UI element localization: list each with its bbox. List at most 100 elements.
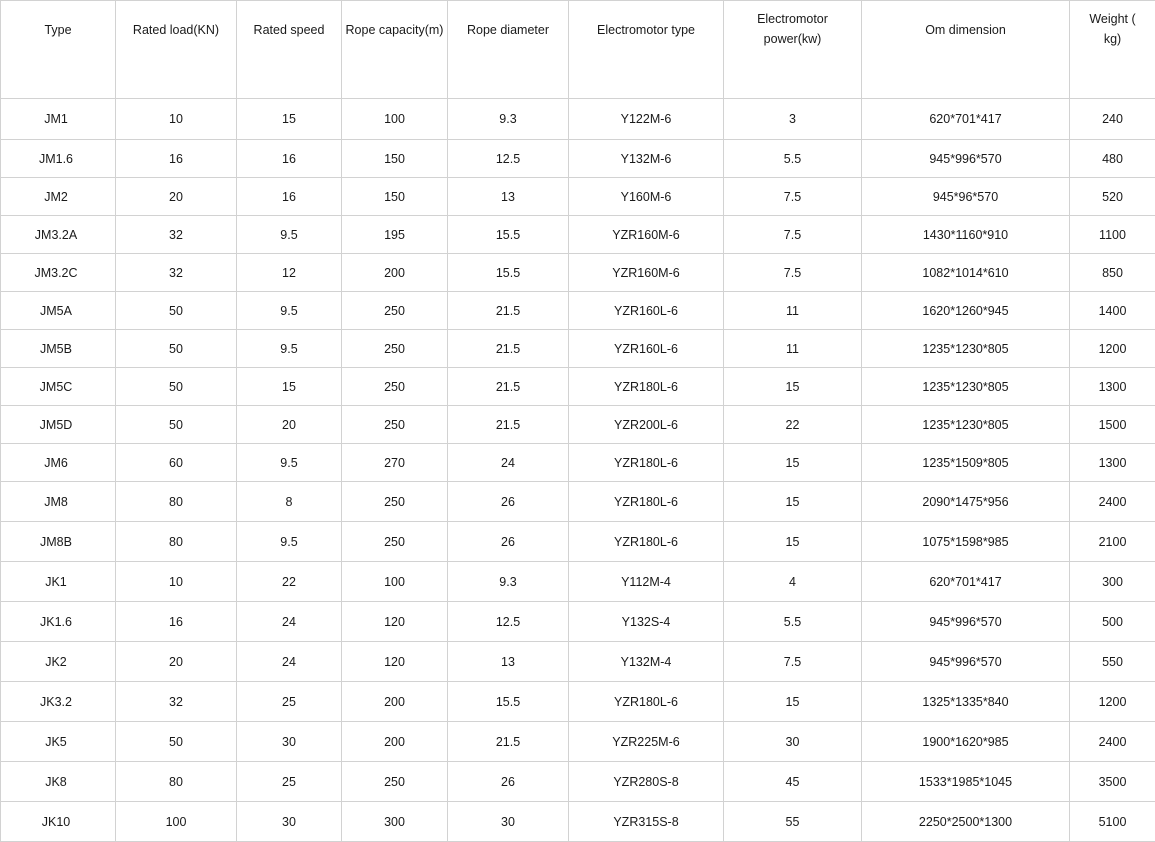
cell-electromotor-power: 5.5 — [724, 140, 862, 178]
cell-type: JK1.6 — [1, 602, 116, 642]
cell-om-dimension: 620*701*417 — [862, 562, 1070, 602]
cell-type: JK2 — [1, 642, 116, 682]
cell-rated-speed: 30 — [237, 722, 342, 762]
header-electromotor-type: Electromotor type — [569, 1, 724, 99]
cell-rated-load: 50 — [116, 292, 237, 330]
cell-rated-speed: 25 — [237, 682, 342, 722]
cell-electromotor-power: 7.5 — [724, 254, 862, 292]
cell-weight: 3500 — [1070, 762, 1155, 802]
cell-weight: 480 — [1070, 140, 1155, 178]
cell-electromotor-type: Y112M-4 — [569, 562, 724, 602]
cell-om-dimension: 1075*1598*985 — [862, 522, 1070, 562]
cell-rated-speed: 30 — [237, 802, 342, 842]
cell-rated-speed: 9.5 — [237, 444, 342, 482]
header-electromotor-power: Electromotor power(kw) — [724, 1, 862, 99]
cell-weight: 1200 — [1070, 330, 1155, 368]
cell-rated-load: 60 — [116, 444, 237, 482]
cell-weight: 2100 — [1070, 522, 1155, 562]
table-row: JM110151009.3Y122M-63620*701*417240 — [1, 99, 1155, 140]
cell-rope-capacity: 200 — [342, 722, 448, 762]
winch-spec-table: Type Rated load(KN) Rated speed Rope cap… — [0, 0, 1155, 842]
cell-electromotor-type: YZR180L-6 — [569, 522, 724, 562]
cell-rope-capacity: 250 — [342, 522, 448, 562]
cell-om-dimension: 945*996*570 — [862, 140, 1070, 178]
cell-weight: 1200 — [1070, 682, 1155, 722]
cell-rope-capacity: 250 — [342, 330, 448, 368]
cell-rope-capacity: 100 — [342, 99, 448, 140]
cell-type: JK5 — [1, 722, 116, 762]
cell-rope-diameter: 21.5 — [448, 406, 569, 444]
cell-electromotor-type: Y132M-4 — [569, 642, 724, 682]
cell-om-dimension: 1430*1160*910 — [862, 216, 1070, 254]
header-type: Type — [1, 1, 116, 99]
cell-rated-load: 50 — [116, 722, 237, 762]
cell-weight: 2400 — [1070, 722, 1155, 762]
cell-electromotor-type: YZR225M-6 — [569, 722, 724, 762]
cell-electromotor-type: Y122M-6 — [569, 99, 724, 140]
cell-rope-capacity: 150 — [342, 140, 448, 178]
cell-electromotor-type: YZR180L-6 — [569, 482, 724, 522]
cell-electromotor-power: 11 — [724, 330, 862, 368]
cell-electromotor-power: 15 — [724, 368, 862, 406]
cell-om-dimension: 1235*1509*805 — [862, 444, 1070, 482]
cell-electromotor-power: 15 — [724, 444, 862, 482]
cell-rated-load: 100 — [116, 802, 237, 842]
cell-type: JM1 — [1, 99, 116, 140]
cell-om-dimension: 2090*1475*956 — [862, 482, 1070, 522]
cell-weight: 300 — [1070, 562, 1155, 602]
cell-weight: 1400 — [1070, 292, 1155, 330]
cell-rope-diameter: 21.5 — [448, 722, 569, 762]
cell-electromotor-type: Y132M-6 — [569, 140, 724, 178]
cell-type: JM5A — [1, 292, 116, 330]
cell-rope-diameter: 9.3 — [448, 562, 569, 602]
cell-rated-load: 50 — [116, 406, 237, 444]
table-row: JK110221009.3Y112M-44620*701*417300 — [1, 562, 1155, 602]
table-header: Type Rated load(KN) Rated speed Rope cap… — [1, 1, 1155, 99]
cell-rated-speed: 15 — [237, 368, 342, 406]
cell-rated-speed: 9.5 — [237, 292, 342, 330]
table-row: JM5D502025021.5YZR200L-6221235*1230*8051… — [1, 406, 1155, 444]
table-row: JM880825026YZR180L-6152090*1475*9562400 — [1, 482, 1155, 522]
cell-rated-load: 10 — [116, 562, 237, 602]
cell-rated-speed: 16 — [237, 178, 342, 216]
header-row: Type Rated load(KN) Rated speed Rope cap… — [1, 1, 1155, 99]
cell-rope-capacity: 200 — [342, 254, 448, 292]
table-row: JM5A509.525021.5YZR160L-6111620*1260*945… — [1, 292, 1155, 330]
cell-electromotor-type: YZR200L-6 — [569, 406, 724, 444]
cell-weight: 550 — [1070, 642, 1155, 682]
header-rated-load: Rated load(KN) — [116, 1, 237, 99]
cell-om-dimension: 1235*1230*805 — [862, 330, 1070, 368]
cell-rated-load: 16 — [116, 602, 237, 642]
cell-rated-speed: 15 — [237, 99, 342, 140]
cell-om-dimension: 1900*1620*985 — [862, 722, 1070, 762]
cell-rated-load: 80 — [116, 482, 237, 522]
table-row: JK101003030030YZR315S-8552250*2500*13005… — [1, 802, 1155, 842]
cell-rope-capacity: 250 — [342, 406, 448, 444]
cell-om-dimension: 1533*1985*1045 — [862, 762, 1070, 802]
cell-rated-load: 16 — [116, 140, 237, 178]
cell-rope-diameter: 13 — [448, 178, 569, 216]
cell-type: JK10 — [1, 802, 116, 842]
table-row: JM3.2C321220015.5YZR160M-67.51082*1014*6… — [1, 254, 1155, 292]
cell-weight: 520 — [1070, 178, 1155, 216]
table-row: JK3.2322520015.5YZR180L-6151325*1335*840… — [1, 682, 1155, 722]
cell-electromotor-type: YZR315S-8 — [569, 802, 724, 842]
cell-rope-diameter: 26 — [448, 482, 569, 522]
cell-type: JK3.2 — [1, 682, 116, 722]
cell-om-dimension: 945*96*570 — [862, 178, 1070, 216]
cell-rope-capacity: 100 — [342, 562, 448, 602]
cell-rope-diameter: 9.3 — [448, 99, 569, 140]
cell-rated-speed: 16 — [237, 140, 342, 178]
cell-rope-capacity: 250 — [342, 762, 448, 802]
cell-electromotor-power: 7.5 — [724, 216, 862, 254]
cell-om-dimension: 1325*1335*840 — [862, 682, 1070, 722]
cell-electromotor-type: Y160M-6 — [569, 178, 724, 216]
cell-type: JK8 — [1, 762, 116, 802]
table-row: JK1.6162412012.5Y132S-45.5945*996*570500 — [1, 602, 1155, 642]
cell-electromotor-power: 15 — [724, 482, 862, 522]
cell-electromotor-type: YZR280S-8 — [569, 762, 724, 802]
table-row: JM8B809.525026YZR180L-6151075*1598*98521… — [1, 522, 1155, 562]
cell-rope-diameter: 13 — [448, 642, 569, 682]
cell-rated-load: 50 — [116, 330, 237, 368]
cell-weight: 1300 — [1070, 444, 1155, 482]
